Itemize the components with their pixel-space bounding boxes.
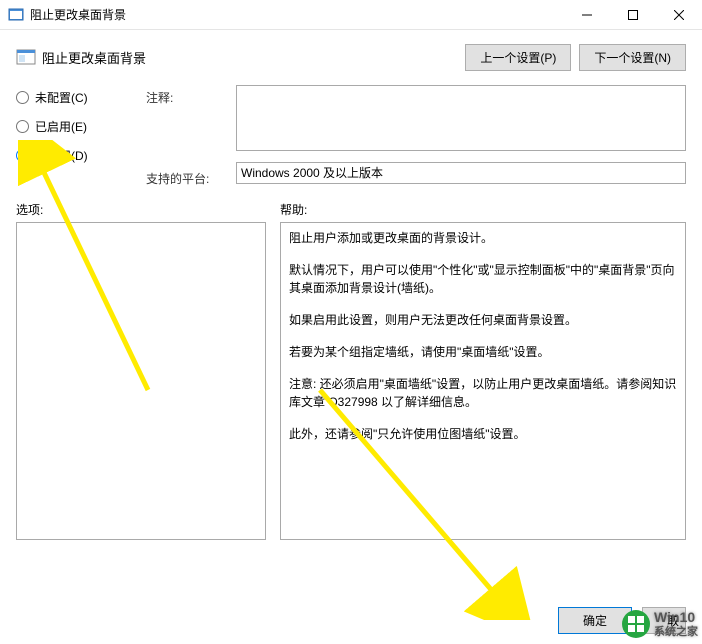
radio-not-configured[interactable]: 未配置(C) [16,89,126,106]
help-p3: 若要为某个组指定墙纸，请使用"桌面墙纸"设置。 [289,343,677,361]
window-controls [564,0,702,30]
nav-buttons: 上一个设置(P) 下一个设置(N) [465,44,686,71]
window-title: 阻止更改桌面背景 [30,6,564,23]
title-bar: 阻止更改桌面背景 [0,0,702,30]
options-panel [16,222,266,540]
panels: 阻止用户添加或更改桌面的背景设计。 默认情况下，用户可以使用"个性化"或"显示控… [0,222,702,540]
config-area: 未配置(C) 已启用(E) 已禁用(D) 注释: 支持的平台: Windows … [0,81,702,197]
next-setting-button[interactable]: 下一个设置(N) [579,44,686,71]
help-label: 帮助: [280,201,686,218]
watermark-line2: 系统之家 [654,626,698,638]
radio-not-configured-label: 未配置(C) [35,89,88,106]
platform-field: Windows 2000 及以上版本 [236,162,686,184]
watermark-logo-icon [622,610,650,638]
maximize-button[interactable] [610,0,656,30]
help-p1: 默认情况下，用户可以使用"个性化"或"显示控制面板"中的"桌面背景"页向其桌面添… [289,261,677,297]
radio-enabled[interactable]: 已启用(E) [16,118,126,135]
middle-labels: 选项: 帮助: [0,197,702,222]
radio-disabled[interactable]: 已禁用(D) [16,147,126,164]
radio-enabled-label: 已启用(E) [35,118,87,135]
minimize-button[interactable] [564,0,610,30]
close-button[interactable] [656,0,702,30]
header-section: 阻止更改桌面背景 上一个设置(P) 下一个设置(N) [0,30,702,81]
field-labels: 注释: 支持的平台: [146,85,216,187]
app-icon [8,7,24,23]
help-p5: 此外，还请参阅"只允许使用位图墙纸"设置。 [289,425,677,443]
radio-disabled-label: 已禁用(D) [35,147,88,164]
radio-group: 未配置(C) 已启用(E) 已禁用(D) [16,85,126,187]
comment-textarea[interactable] [236,85,686,151]
platform-label: 支持的平台: [146,166,216,187]
help-panel: 阻止用户添加或更改桌面的背景设计。 默认情况下，用户可以使用"个性化"或"显示控… [280,222,686,540]
help-p4: 注意: 还必须启用"桌面墙纸"设置，以防止用户更改桌面墙纸。请参阅知识库文章 Q… [289,375,677,411]
field-inputs: Windows 2000 及以上版本 [236,85,686,187]
radio-disabled-input[interactable] [16,149,29,162]
setting-icon [16,48,36,68]
comment-label: 注释: [146,85,216,106]
help-p0: 阻止用户添加或更改桌面的背景设计。 [289,229,677,247]
watermark-text: Win10 系统之家 [654,610,698,637]
help-p2: 如果启用此设置，则用户无法更改任何桌面背景设置。 [289,311,677,329]
ok-button[interactable]: 确定 [558,607,632,634]
watermark-line1: Win10 [654,610,698,625]
radio-not-configured-input[interactable] [16,91,29,104]
options-label: 选项: [16,201,280,218]
watermark: Win10 系统之家 [622,610,698,638]
previous-setting-button[interactable]: 上一个设置(P) [465,44,571,71]
radio-enabled-input[interactable] [16,120,29,133]
setting-title: 阻止更改桌面背景 [42,48,465,67]
